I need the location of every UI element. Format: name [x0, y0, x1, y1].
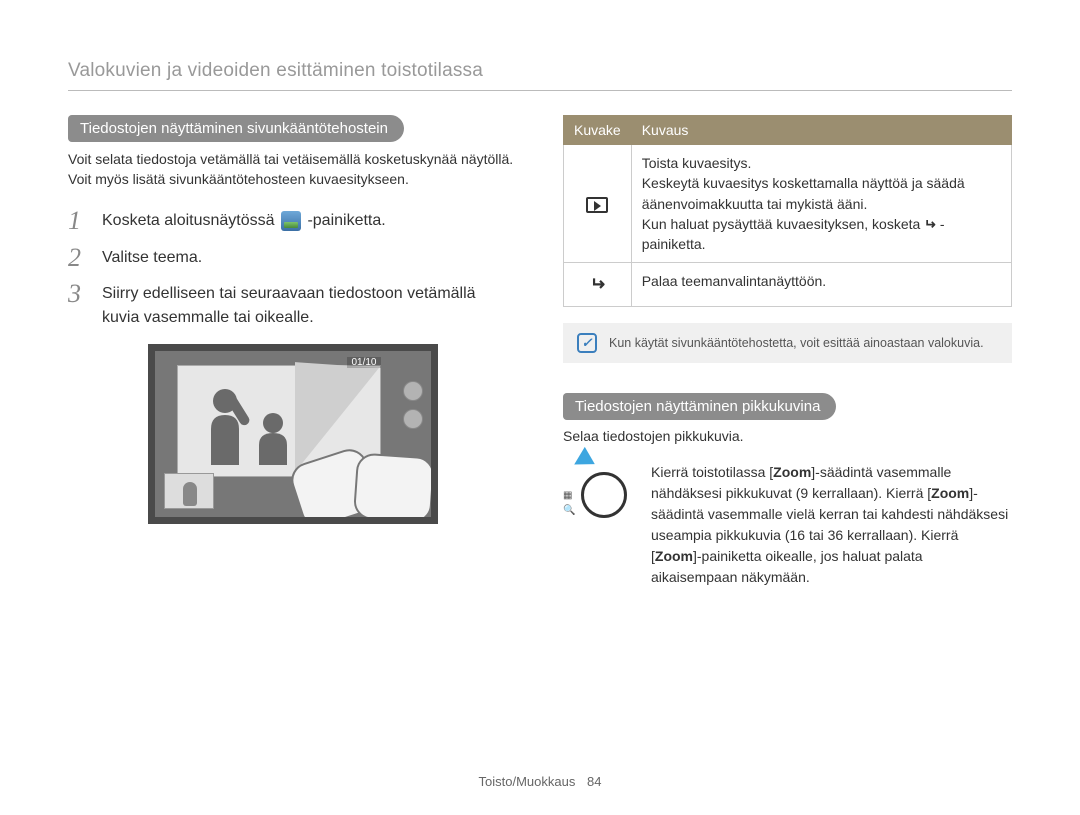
section-pill-pageflip: Tiedostojen näyttäminen sivunkääntötehos… [68, 115, 404, 142]
steps-list: 1 Kosketa aloitusnäytössä -painiketta. 2… [68, 207, 517, 330]
zoom-dial-icon [581, 472, 627, 518]
step-number: 3 [68, 280, 90, 309]
col-header-icon: Kuvake [564, 116, 632, 145]
icon-description-table: Kuvake Kuvaus Toista kuvaesitys. Keskeyt… [563, 115, 1012, 307]
page-footer: Toisto/Muokkaus 84 [0, 774, 1080, 789]
slideshow-app-icon [281, 211, 301, 231]
table-row: ↵ Palaa teemanvalintanäyttöön. [564, 263, 1012, 306]
swipe-hand-icon [352, 453, 434, 524]
thumbnail-preview [164, 473, 214, 509]
note-icon: ✓ [577, 333, 597, 353]
note-box: ✓ Kun käytät sivunkääntötehostetta, voit… [563, 323, 1012, 363]
page-title: Valokuvien ja videoiden esittäminen tois… [68, 60, 1012, 91]
step-1: 1 Kosketa aloitusnäytössä -painiketta. [68, 207, 517, 236]
step-number: 2 [68, 244, 90, 273]
zoom-bold: Zoom [773, 464, 811, 480]
row1-line3-pre: Kun haluat pysäyttää kuvaesityksen, kosk… [642, 216, 925, 232]
col-header-desc: Kuvaus [631, 116, 1011, 145]
step-1-post: -painiketta. [307, 212, 385, 229]
right-column: Kuvake Kuvaus Toista kuvaesitys. Keskeyt… [563, 115, 1012, 588]
step-2: 2 Valitse teema. [68, 244, 517, 273]
intro-text: Voit selata tiedostoja vetämällä tai vet… [68, 150, 517, 189]
table-row: Toista kuvaesitys. Keskeytä kuvaesitys k… [564, 145, 1012, 263]
camera-screen-illustration: 01/10 [148, 344, 438, 524]
back-arrow-icon: ↵ [924, 214, 936, 234]
row1-line1: Toista kuvaesitys. [642, 153, 1001, 173]
step-3-text: Siirry edelliseen tai seuraavaan tiedost… [102, 280, 517, 330]
step-number: 1 [68, 207, 90, 236]
zoom-dial-illustration: ▦ 🔍 [563, 462, 635, 518]
two-column-layout: Tiedostojen näyttäminen sivunkääntötehos… [68, 115, 1012, 588]
photo-counter: 01/10 [347, 357, 380, 368]
step-3: 3 Siirry edelliseen tai seuraavaan tiedo… [68, 280, 517, 330]
thumbnails-intro: Selaa tiedostojen pikkukuvia. [563, 428, 1012, 444]
zoom-side-glyphs: ▦ 🔍 [563, 462, 575, 516]
magnify-icon: 🔍 [563, 505, 575, 516]
left-column: Tiedostojen näyttäminen sivunkääntötehos… [68, 115, 517, 588]
zoom-instruction-text: Kierrä toistotilassa [Zoom]-säädintä vas… [651, 462, 1012, 588]
step-2-text: Valitse teema. [102, 244, 517, 270]
section-pill-thumbnails: Tiedostojen näyttäminen pikkukuvina [563, 393, 836, 420]
photo-silhouette [193, 375, 323, 465]
footer-section: Toisto/Muokkaus [479, 774, 576, 789]
row2-text: Palaa teemanvalintanäyttöön. [631, 263, 1011, 306]
play-slideshow-icon [586, 197, 608, 213]
grid-icon: ▦ [563, 490, 575, 501]
side-dot-icon [403, 409, 423, 429]
side-dot-icon [403, 381, 423, 401]
zoom-bold: Zoom [655, 548, 693, 564]
note-text: Kun käytät sivunkääntötehostetta, voit e… [609, 336, 984, 350]
row1-line2: Keskeytä kuvaesitys koskettamalla näyttö… [642, 173, 1001, 214]
screen-side-controls [399, 381, 427, 451]
step-1-pre: Kosketa aloitusnäytössä [102, 212, 279, 229]
back-arrow-icon: ↵ [590, 271, 605, 297]
page-number: 84 [587, 774, 601, 789]
zoom-bold: Zoom [931, 485, 969, 501]
zoom-instruction-row: ▦ 🔍 Kierrä toistotilassa [Zoom]-säädintä… [563, 462, 1012, 588]
zoom-t1: Kierrä toistotilassa [ [651, 464, 773, 480]
